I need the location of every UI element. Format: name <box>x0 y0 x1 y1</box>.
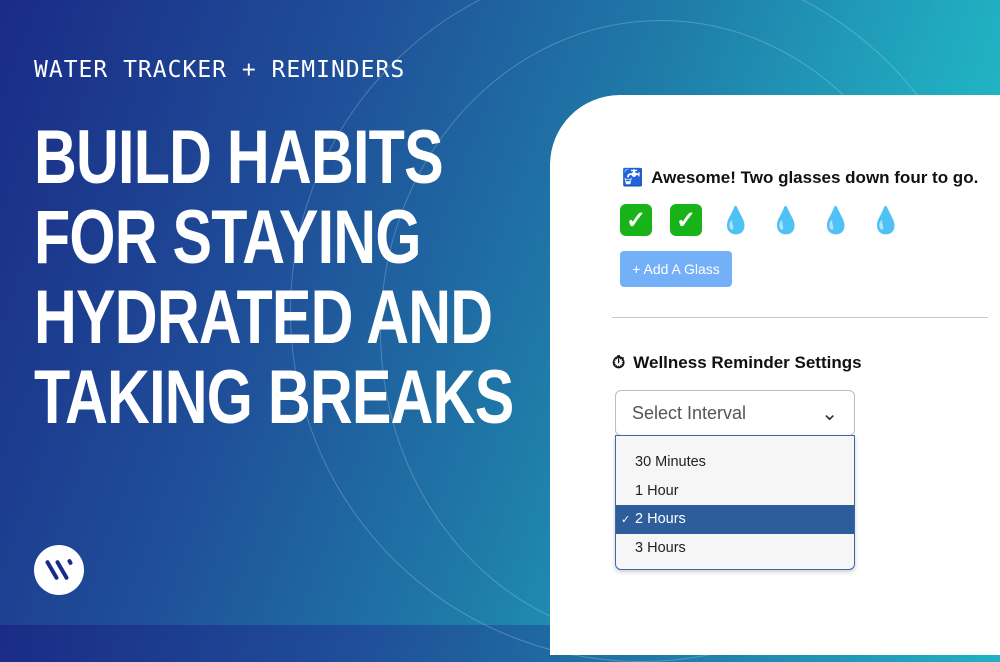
option-1-hour[interactable]: 1 Hour <box>616 477 854 506</box>
glass-complete-icon: ✓ <box>670 204 702 236</box>
glass-complete-icon: ✓ <box>620 204 652 236</box>
interval-select[interactable]: Select Interval ⌄ <box>615 390 855 436</box>
divider <box>612 317 988 318</box>
option-label: 3 Hours <box>635 539 686 556</box>
headline-line: HYDRATED AND <box>34 275 493 360</box>
settings-title-text: Wellness Reminder Settings <box>633 353 862 372</box>
chevron-down-icon: ⌄ <box>821 402 838 425</box>
water-drop-icon: 💧 <box>719 204 753 235</box>
status-message: 🚰 Awesome! Two glasses down four to go. <box>622 168 978 188</box>
headline-line: TAKING BREAKS <box>34 355 514 440</box>
stopwatch-icon: ⏱ <box>612 353 626 372</box>
add-glass-button[interactable]: + Add A Glass <box>620 251 732 287</box>
brand-logo <box>34 545 84 595</box>
water-drop-icon: 💧 <box>769 204 803 235</box>
select-placeholder: Select Interval <box>632 402 747 423</box>
interval-dropdown-menu: 30 Minutes 1 Hour ✓ 2 Hours 3 Hours <box>615 435 855 570</box>
headline: BUILD HABITS FOR STAYING HYDRATED AND TA… <box>34 115 514 440</box>
option-3-hours[interactable]: 3 Hours <box>616 534 854 563</box>
status-text: Awesome! Two glasses down four to go. <box>651 168 979 187</box>
water-drop-icon: 💧 <box>869 204 903 235</box>
check-icon: ✓ <box>621 513 631 526</box>
option-label: 2 Hours <box>635 511 686 528</box>
option-2-hours[interactable]: ✓ 2 Hours <box>616 505 854 534</box>
eyebrow-label: WATER TRACKER + REMINDERS <box>34 57 406 83</box>
glass-progress: ✓ ✓ 💧 💧 💧 💧 <box>620 204 902 236</box>
headline-line: BUILD HABITS <box>34 115 444 200</box>
settings-title: ⏱ Wellness Reminder Settings <box>612 353 862 373</box>
faucet-glass-icon: 🚰 <box>622 168 644 187</box>
option-30-minutes[interactable]: 30 Minutes <box>616 448 854 477</box>
option-label: 1 Hour <box>635 482 679 499</box>
water-drop-icon: 💧 <box>819 204 853 235</box>
option-label: 30 Minutes <box>635 454 706 471</box>
headline-line: FOR STAYING <box>34 195 421 280</box>
